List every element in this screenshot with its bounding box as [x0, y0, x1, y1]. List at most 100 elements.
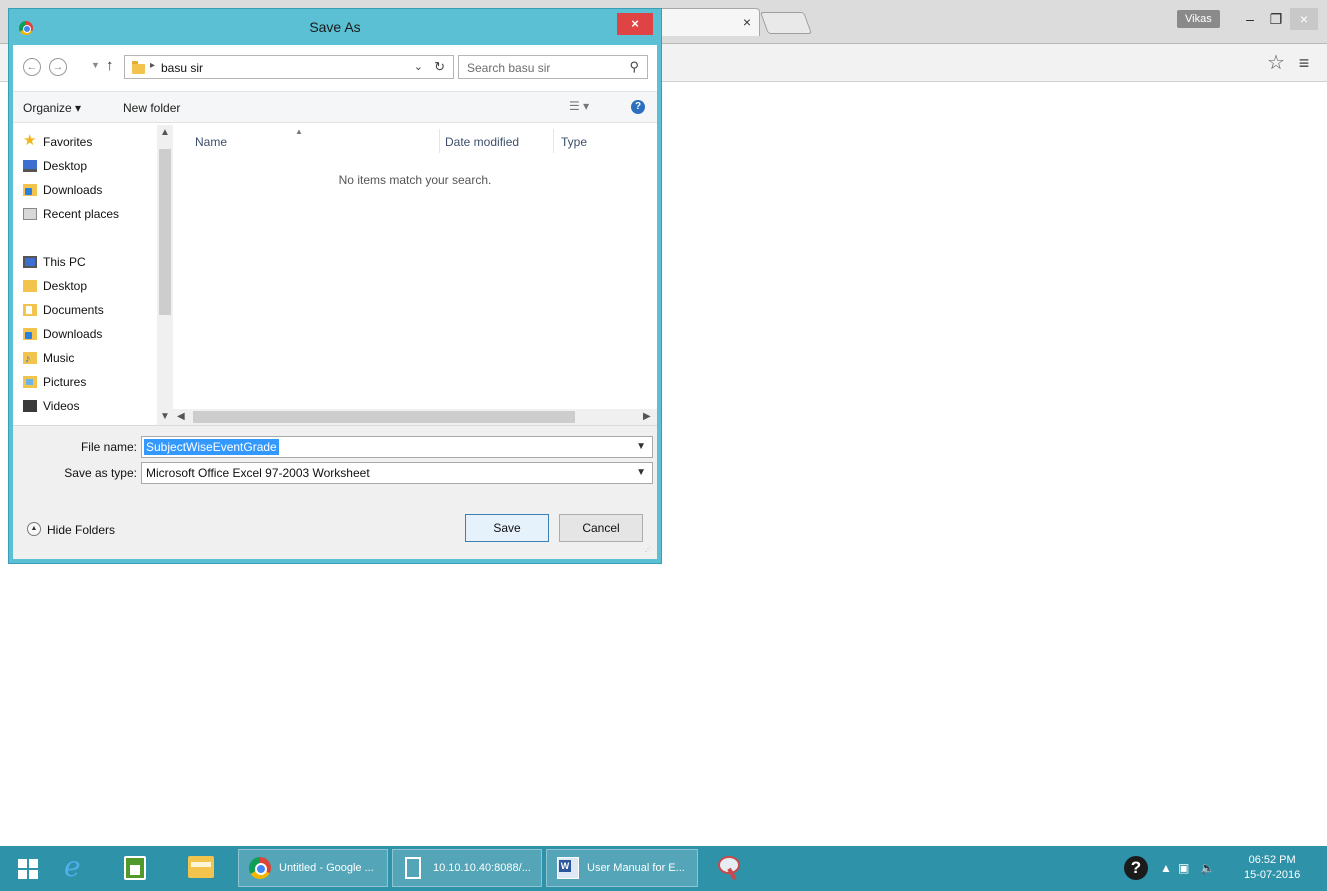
- scroll-up-icon[interactable]: ▲: [160, 127, 170, 138]
- new-tab-button[interactable]: [759, 12, 813, 34]
- cancel-button[interactable]: Cancel: [559, 514, 643, 542]
- restore-button[interactable]: ❐: [1262, 8, 1290, 30]
- nav-item-this-pc[interactable]: This PC: [23, 251, 163, 273]
- taskbar-app-word[interactable]: User Manual for E...: [546, 849, 698, 887]
- folder-icon: [23, 280, 37, 292]
- command-bar: Organize ▾ New folder ☰ ▾ ?: [13, 91, 657, 123]
- scroll-down-icon[interactable]: ▼: [160, 411, 170, 422]
- nav-item-pictures[interactable]: Pictures: [23, 371, 163, 393]
- nav-item-music[interactable]: Music: [23, 347, 163, 370]
- nav-pane-scrollbar[interactable]: ▲ ▼: [157, 125, 173, 425]
- up-arrow-icon[interactable]: ↑: [106, 57, 114, 74]
- file-name-value[interactable]: SubjectWiseEventGrade: [144, 439, 279, 455]
- resize-grip-icon[interactable]: ⋰: [645, 547, 653, 555]
- refresh-icon[interactable]: ↻: [434, 59, 445, 75]
- system-clock[interactable]: 06:52 PM 15-07-2016: [1244, 853, 1300, 883]
- file-name-input[interactable]: SubjectWiseEventGrade ▼: [141, 436, 653, 458]
- scrollbar-thumb[interactable]: [193, 411, 575, 423]
- change-view-icon[interactable]: ☰ ▾: [569, 99, 589, 113]
- nav-item-favorites[interactable]: ★ Favorites: [23, 131, 163, 153]
- file-list-scrollbar[interactable]: ◀ ▶: [173, 409, 657, 425]
- music-folder-icon: [23, 348, 37, 370]
- nav-item-pc-desktop[interactable]: Desktop: [23, 275, 163, 297]
- scrollbar-thumb[interactable]: [159, 149, 171, 315]
- internet-explorer-icon[interactable]: e: [64, 853, 81, 881]
- search-input[interactable]: Search basu sir ⚲: [458, 55, 648, 79]
- videos-folder-icon: [23, 400, 37, 412]
- breadcrumb-current-folder[interactable]: basu sir: [161, 61, 203, 75]
- dialog-close-button[interactable]: ×: [617, 13, 653, 35]
- nav-item-label: Documents: [43, 303, 104, 317]
- file-explorer-icon[interactable]: [188, 856, 214, 878]
- nav-item-videos[interactable]: Videos: [23, 395, 163, 417]
- profile-badge[interactable]: Vikas: [1177, 10, 1220, 28]
- new-folder-button[interactable]: New folder: [123, 101, 180, 115]
- save-as-type-select[interactable]: Microsoft Office Excel 97-2003 Worksheet…: [141, 462, 653, 484]
- help-icon[interactable]: ?: [1124, 856, 1148, 880]
- chevron-up-icon: ▲: [27, 522, 41, 536]
- scroll-right-icon[interactable]: ▶: [643, 411, 651, 422]
- nav-item-pc-downloads[interactable]: Downloads: [23, 323, 163, 345]
- breadcrumb-separator-icon[interactable]: ▸: [150, 60, 155, 71]
- nav-item-label: Desktop: [43, 159, 88, 173]
- file-list: Name ▲ Date modified Type No items match…: [173, 125, 657, 425]
- nav-item-label: Recent places: [43, 207, 120, 221]
- dialog-titlebar[interactable]: Save As ×: [9, 9, 661, 45]
- back-icon[interactable]: ←: [23, 58, 41, 76]
- column-divider[interactable]: [439, 129, 440, 153]
- recent-locations-dropdown-icon[interactable]: ▼: [91, 60, 100, 70]
- taskbar-app-chrome[interactable]: Untitled - Google ...: [238, 849, 388, 887]
- sort-ascending-icon: ▲: [295, 127, 303, 136]
- recent-places-icon: [23, 208, 37, 220]
- nav-item-desktop[interactable]: Desktop: [23, 155, 163, 177]
- help-icon[interactable]: ?: [631, 100, 645, 114]
- chevron-down-icon[interactable]: ▼: [636, 441, 646, 452]
- nav-item-recent-places[interactable]: Recent places: [23, 203, 163, 225]
- nav-item-documents[interactable]: Documents: [23, 299, 163, 321]
- save-as-type-label: Save as type:: [64, 466, 137, 480]
- show-hidden-icons-icon[interactable]: ▲: [1160, 861, 1172, 875]
- taskbar-app-label: Untitled - Google ...: [279, 862, 374, 874]
- taskbar-app-browser-page[interactable]: 10.10.10.40:8088/...: [392, 849, 542, 887]
- navigation-pane: ★ Favorites Desktop Downloads Recent pla…: [13, 125, 173, 425]
- network-icon[interactable]: ▣: [1178, 861, 1189, 875]
- dialog-title: Save As: [309, 19, 361, 35]
- dialog-body: ← → ▼ ↑ ▸ basu sir ⌄ ↻ Search basu sir ⚲…: [13, 45, 657, 559]
- organize-menu[interactable]: Organize ▾: [23, 101, 81, 115]
- save-as-dialog: Save As × ← → ▼ ↑ ▸ basu sir ⌄ ↻ Search …: [8, 8, 662, 564]
- documents-folder-icon: [23, 304, 37, 316]
- search-placeholder: Search basu sir: [467, 61, 551, 75]
- search-icon[interactable]: ⚲: [629, 59, 639, 75]
- column-header-name[interactable]: Name: [195, 135, 227, 149]
- windows-start-icon[interactable]: [18, 859, 38, 879]
- save-button[interactable]: Save: [465, 514, 549, 542]
- volume-icon[interactable]: 🔈: [1200, 861, 1215, 875]
- chevron-down-icon[interactable]: ▼: [636, 467, 646, 478]
- nav-item-label: Videos: [43, 399, 80, 413]
- empty-list-message: No items match your search.: [338, 173, 492, 187]
- tab-close-icon[interactable]: ×: [743, 15, 751, 29]
- star-icon: ★: [23, 132, 37, 149]
- nav-item-label: Music: [43, 351, 75, 365]
- hamburger-menu-icon[interactable]: ≡: [1294, 52, 1314, 74]
- nav-item-label: Downloads: [43, 183, 103, 197]
- nav-item-label: Downloads: [43, 327, 103, 341]
- nav-item-label: Favorites: [43, 135, 93, 149]
- address-bar[interactable]: ▸ basu sir ⌄ ↻: [124, 55, 454, 79]
- column-divider[interactable]: [553, 129, 554, 153]
- snipping-tool-icon[interactable]: [716, 854, 744, 882]
- nav-item-label: Desktop: [43, 279, 88, 293]
- minimize-button[interactable]: ‒: [1236, 8, 1264, 30]
- column-header-type[interactable]: Type: [561, 135, 587, 149]
- nav-item-downloads[interactable]: Downloads: [23, 179, 163, 201]
- browser-close-button[interactable]: ×: [1290, 8, 1318, 30]
- word-document-icon: [557, 857, 579, 879]
- save-options-panel: File name: SubjectWiseEventGrade ▼ Save …: [13, 425, 657, 559]
- address-dropdown-icon[interactable]: ⌄: [414, 60, 423, 73]
- forward-icon[interactable]: →: [49, 58, 67, 76]
- store-icon[interactable]: [124, 856, 146, 880]
- nav-item-label: Pictures: [43, 375, 87, 389]
- scroll-left-icon[interactable]: ◀: [177, 411, 185, 422]
- bookmark-star-icon[interactable]: ☆: [1265, 52, 1287, 74]
- column-header-date-modified[interactable]: Date modified: [445, 135, 519, 149]
